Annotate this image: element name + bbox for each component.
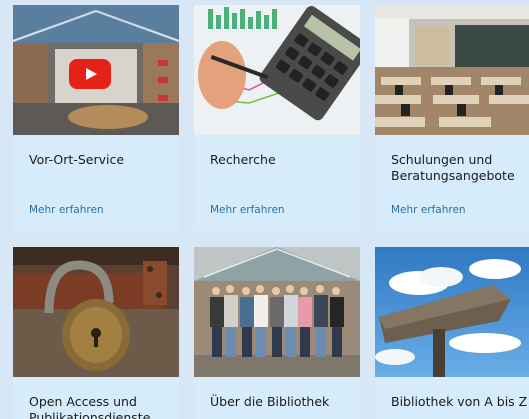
- card-recherche[interactable]: Recherche Mehr erfahren: [194, 5, 360, 231]
- team-photo-illustration: [194, 247, 360, 377]
- card-title[interactable]: Über die Bibliothek: [210, 394, 329, 410]
- card-open-access[interactable]: Open Access und Publikationsdienste: [13, 247, 179, 419]
- padlock-illustration: [13, 247, 179, 377]
- mehr-erfahren-link[interactable]: Mehr erfahren: [210, 204, 285, 216]
- calculator-illustration: [194, 5, 360, 135]
- library-hall-image[interactable]: [13, 5, 179, 135]
- youtube-play-icon[interactable]: [69, 59, 111, 89]
- card-title[interactable]: Open Access und Publikationsdienste: [29, 394, 150, 419]
- card-vor-ort-service[interactable]: Vor-Ort-Service Mehr erfahren: [13, 5, 179, 231]
- card-schulungen[interactable]: Schulungen und Beratungsangebote Mehr er…: [375, 5, 529, 231]
- card-bibliothek-a-bis-z[interactable]: Bibliothek von A bis Z: [375, 247, 529, 419]
- mehr-erfahren-link[interactable]: Mehr erfahren: [391, 204, 466, 216]
- calculator-image[interactable]: [194, 5, 360, 135]
- padlock-image[interactable]: [13, 247, 179, 377]
- card-title[interactable]: Bibliothek von A bis Z: [391, 394, 527, 410]
- card-title[interactable]: Vor-Ort-Service: [29, 152, 124, 168]
- signpost-illustration: [375, 247, 529, 377]
- card-ueber-die-bibliothek[interactable]: Über die Bibliothek: [194, 247, 360, 419]
- mehr-erfahren-link[interactable]: Mehr erfahren: [29, 204, 104, 216]
- signpost-image[interactable]: [375, 247, 529, 377]
- card-title[interactable]: Recherche: [210, 152, 276, 168]
- classroom-image[interactable]: [375, 5, 529, 135]
- classroom-illustration: [375, 5, 529, 135]
- team-photo-image[interactable]: [194, 247, 360, 377]
- card-title[interactable]: Schulungen und Beratungsangebote: [391, 152, 515, 184]
